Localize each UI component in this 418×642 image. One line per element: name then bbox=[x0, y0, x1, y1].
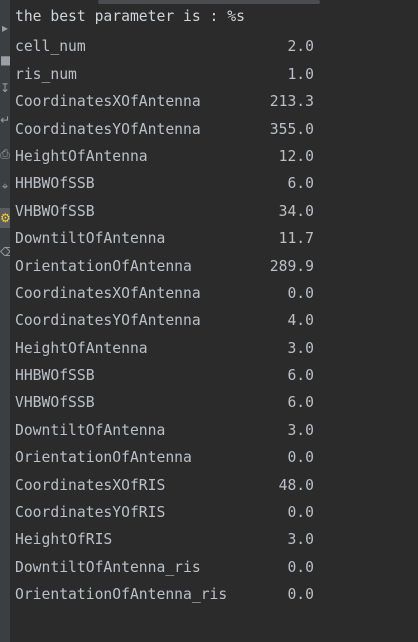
parameter-value: 2.0 bbox=[287, 38, 314, 56]
parameter-value: 3.0 bbox=[287, 531, 314, 549]
console-output-line: HeightOfAntenna 12.0 bbox=[15, 143, 418, 170]
console-output-line: CoordinatesXOfAntenna 213.3 bbox=[15, 88, 418, 115]
console-output-line: CoordinatesYOfAntenna 4.0 bbox=[15, 307, 418, 334]
parameter-value: 0.0 bbox=[287, 504, 314, 522]
parameter-name: VHBWOfSSB bbox=[15, 202, 95, 220]
parameter-value: 0.0 bbox=[287, 558, 314, 576]
parameter-name: DowntiltOfAntenna bbox=[15, 421, 166, 439]
console-output-line: DowntiltOfAntenna 11.7 bbox=[15, 225, 418, 252]
parameter-value: 213.3 bbox=[269, 93, 314, 111]
parameter-name: CoordinatesXOfAntenna bbox=[15, 93, 201, 111]
console-output-line: HeightOfAntenna 3.0 bbox=[15, 335, 418, 362]
parameter-name: HeightOfAntenna bbox=[15, 147, 148, 165]
parameter-name: HeightOfRIS bbox=[15, 531, 113, 549]
parameter-value: 0.0 bbox=[287, 449, 314, 467]
console-output-line: cell_num 2.0 bbox=[15, 33, 418, 60]
run-console-window: ▸ ■ ↧ ↵ ⎙ ⌖ ⚙ ⌫ the best parameter is : … bbox=[0, 0, 418, 642]
console-output-line: HHBWOfSSB 6.0 bbox=[15, 362, 418, 389]
console-output-line: HeightOfRIS 3.0 bbox=[15, 526, 418, 553]
parameter-name: DowntiltOfAntenna bbox=[15, 230, 166, 248]
parameter-name: VHBWOfSSB bbox=[15, 394, 95, 412]
parameter-value: 3.0 bbox=[287, 339, 314, 357]
parameter-name: CoordinatesXOfAntenna bbox=[15, 284, 201, 302]
console-output-line: HHBWOfSSB 6.0 bbox=[15, 170, 418, 197]
parameter-value: 4.0 bbox=[287, 312, 314, 330]
horizontal-scrollbar[interactable] bbox=[0, 0, 418, 4]
parameter-value: 289.9 bbox=[269, 257, 314, 275]
console-output-line: CoordinatesXOfAntenna 0.0 bbox=[15, 280, 418, 307]
console-output-line: DowntiltOfAntenna_ris 0.0 bbox=[15, 554, 418, 581]
parameter-value: 48.0 bbox=[278, 476, 314, 494]
parameter-value: 12.0 bbox=[278, 147, 314, 165]
console-output-line: VHBWOfSSB 34.0 bbox=[15, 198, 418, 225]
parameter-value: 0.0 bbox=[287, 586, 314, 604]
parameter-name: HHBWOfSSB bbox=[15, 175, 95, 193]
parameter-name: CoordinatesYOfAntenna bbox=[15, 120, 201, 138]
console-output[interactable]: the best parameter is : %s cell_num 2.0 ri… bbox=[15, 6, 418, 609]
rerun-icon[interactable]: ▸ bbox=[0, 18, 10, 38]
parameter-name: CoordinatesYOfRIS bbox=[15, 504, 166, 522]
parameter-name: cell_num bbox=[15, 38, 86, 56]
horizontal-scrollbar-thumb[interactable] bbox=[98, 0, 320, 4]
console-output-line: DowntiltOfAntenna 3.0 bbox=[15, 417, 418, 444]
print-icon[interactable]: ⎙ bbox=[0, 144, 10, 164]
delete-icon[interactable]: ⌫ bbox=[0, 242, 10, 262]
parameter-name: HeightOfAntenna bbox=[15, 339, 148, 357]
console-output-line: CoordinatesYOfRIS 0.0 bbox=[15, 499, 418, 526]
console-output-line: OrientationOfAntenna 0.0 bbox=[15, 444, 418, 471]
stop-icon[interactable]: ■ bbox=[0, 50, 10, 70]
console-header-line: the best parameter is : %s bbox=[15, 8, 245, 25]
console-output-line: VHBWOfSSB 6.0 bbox=[15, 389, 418, 416]
parameter-value: 355.0 bbox=[269, 120, 314, 138]
pin-icon[interactable]: ⌖ bbox=[0, 176, 10, 196]
parameter-name: CoordinatesXOfRIS bbox=[15, 476, 166, 494]
settings-icon[interactable]: ⚙ bbox=[0, 208, 10, 228]
scroll-to-end-icon[interactable]: ↧ bbox=[0, 78, 10, 98]
parameter-name: CoordinatesYOfAntenna bbox=[15, 312, 201, 330]
parameter-value: 1.0 bbox=[287, 65, 314, 83]
console-output-line: CoordinatesXOfRIS 48.0 bbox=[15, 472, 418, 499]
parameter-name: DowntiltOfAntenna_ris bbox=[15, 558, 201, 576]
console-output-line: ris_num 1.0 bbox=[15, 61, 418, 88]
parameter-value: 3.0 bbox=[287, 421, 314, 439]
parameter-name: OrientationOfAntenna_ris bbox=[15, 586, 228, 604]
parameter-value: 6.0 bbox=[287, 175, 314, 193]
console-output-line: OrientationOfAntenna 289.9 bbox=[15, 253, 418, 280]
parameter-value: 6.0 bbox=[287, 367, 314, 385]
console-output-line: OrientationOfAntenna_ris 0.0 bbox=[15, 581, 418, 608]
parameter-value: 6.0 bbox=[287, 394, 314, 412]
parameter-name: OrientationOfAntenna bbox=[15, 257, 192, 275]
parameter-value: 0.0 bbox=[287, 284, 314, 302]
console-toolbar: ▸ ■ ↧ ↵ ⎙ ⌖ ⚙ ⌫ bbox=[0, 0, 10, 642]
parameter-name: ris_num bbox=[15, 65, 77, 83]
console-output-line: CoordinatesYOfAntenna 355.0 bbox=[15, 116, 418, 143]
parameter-value: 11.7 bbox=[278, 230, 314, 248]
parameter-value: 34.0 bbox=[278, 202, 314, 220]
soft-wrap-icon[interactable]: ↵ bbox=[0, 110, 10, 130]
parameter-name: OrientationOfAntenna bbox=[15, 449, 192, 467]
parameter-name: HHBWOfSSB bbox=[15, 367, 95, 385]
